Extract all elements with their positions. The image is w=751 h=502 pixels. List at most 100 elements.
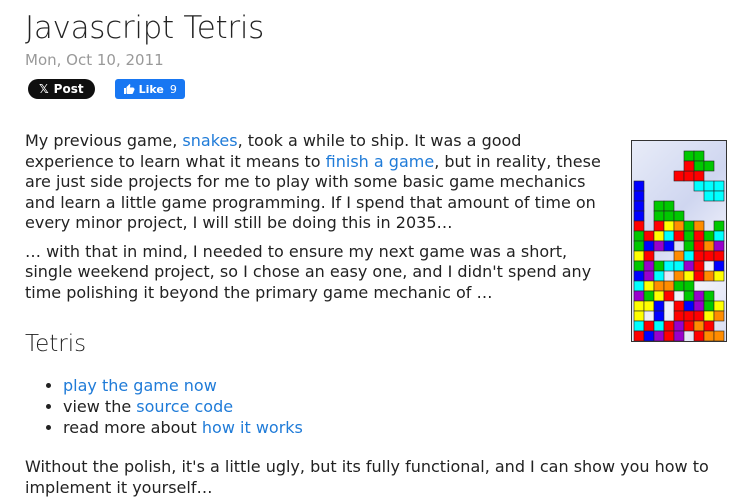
tetris-block [713,190,725,202]
tetris-block [653,230,665,242]
x-post-label: Post [53,82,84,96]
tetris-block [703,180,715,192]
intro-text-1: My previous game, [25,131,183,150]
tetris-block [703,290,715,302]
tetris-block [713,330,725,341]
tetris-block [683,260,695,272]
section-heading: Tetris [25,331,87,357]
x-post-button[interactable]: 𝕏 Post [28,79,95,99]
tetris-block [683,280,695,292]
link-list: play the game now view the source code r… [25,375,303,438]
tetris-block [683,150,695,162]
facebook-like-count: 9 [169,82,177,96]
tetris-block [633,220,645,232]
page-title: Javascript Tetris [25,10,265,46]
tetris-block [653,220,665,232]
tetris-block [673,300,685,312]
tetris-block [693,300,705,312]
tetris-block [703,270,715,282]
intro-paragraph: My previous game, snakes, took a while t… [25,131,615,234]
tetris-block [693,310,705,322]
tetris-block [633,180,645,192]
tetris-block [693,320,705,332]
tetris-block [633,330,645,341]
tetris-block [673,280,685,292]
tetris-block [683,160,695,172]
list-item: read more about how it works [63,417,303,438]
source-code-link[interactable]: source code [136,397,233,416]
tetris-block [693,180,705,192]
tetris-block [693,150,705,162]
tetris-block [713,310,725,322]
play-game-link[interactable]: play the game now [63,376,217,395]
tetris-block [683,290,695,302]
tetris-block [673,320,685,332]
tetris-block [683,320,695,332]
tetris-block [713,230,725,242]
post-date: Mon, Oct 10, 2011 [25,51,164,69]
social-buttons: 𝕏 Post Like 9 [28,79,185,99]
tetris-block [703,320,715,332]
tetris-block [633,310,645,322]
tetris-block [683,230,695,242]
tetris-block [633,250,645,262]
how-it-works-link[interactable]: how it works [202,418,303,437]
tetris-block [663,200,675,212]
tetris-block [683,310,695,322]
tetris-block [643,280,655,292]
tetris-block [713,250,725,262]
tetris-block [633,290,645,302]
tetris-block [673,330,685,341]
snakes-link[interactable]: snakes [182,131,237,150]
tetris-block [643,260,655,272]
tetris-block [653,210,665,222]
tetris-block [643,270,655,282]
tetris-block [673,270,685,282]
finish-a-game-link[interactable]: finish a game [326,152,435,171]
tetris-block [693,260,705,272]
tetris-block [663,240,675,252]
tetris-block [683,250,695,262]
tetris-block [633,300,645,312]
tetris-block [653,300,665,312]
list-item-text: read more about [63,418,202,437]
tetris-block [703,310,715,322]
tetris-board-graphic [633,150,725,341]
tetris-block [663,220,675,232]
article-body: My previous game, snakes, took a while t… [25,131,615,311]
x-logo-icon: 𝕏 [39,82,49,96]
tetris-block [693,220,705,232]
list-item: view the source code [63,396,303,417]
tetris-block [693,270,705,282]
tetris-block [683,220,695,232]
tetris-block [703,230,715,242]
tetris-block [663,230,675,242]
facebook-like-button[interactable]: Like 9 [114,79,185,99]
tetris-block [693,330,705,341]
tetris-block [683,300,695,312]
tetris-block [683,270,695,282]
tetris-block [653,280,665,292]
tetris-block [633,320,645,332]
tetris-block [663,290,675,302]
tetris-block [693,170,705,182]
tetris-block [693,160,705,172]
tetris-block [703,160,715,172]
tetris-block [703,240,715,252]
tetris-block [713,260,725,272]
tetris-block [693,240,705,252]
tetris-block [633,270,645,282]
tetris-block [663,280,675,292]
list-item: play the game now [63,375,303,396]
tetris-block [703,330,715,341]
tetris-block [653,200,665,212]
tetris-block [653,240,665,252]
tetris-block [673,220,685,232]
tetris-block [643,240,655,252]
tetris-block [653,290,665,302]
tetris-block [653,330,665,341]
tetris-block [703,250,715,262]
tetris-block [663,330,675,341]
tetris-block [633,210,645,222]
tetris-screenshot-image[interactable] [631,140,727,342]
